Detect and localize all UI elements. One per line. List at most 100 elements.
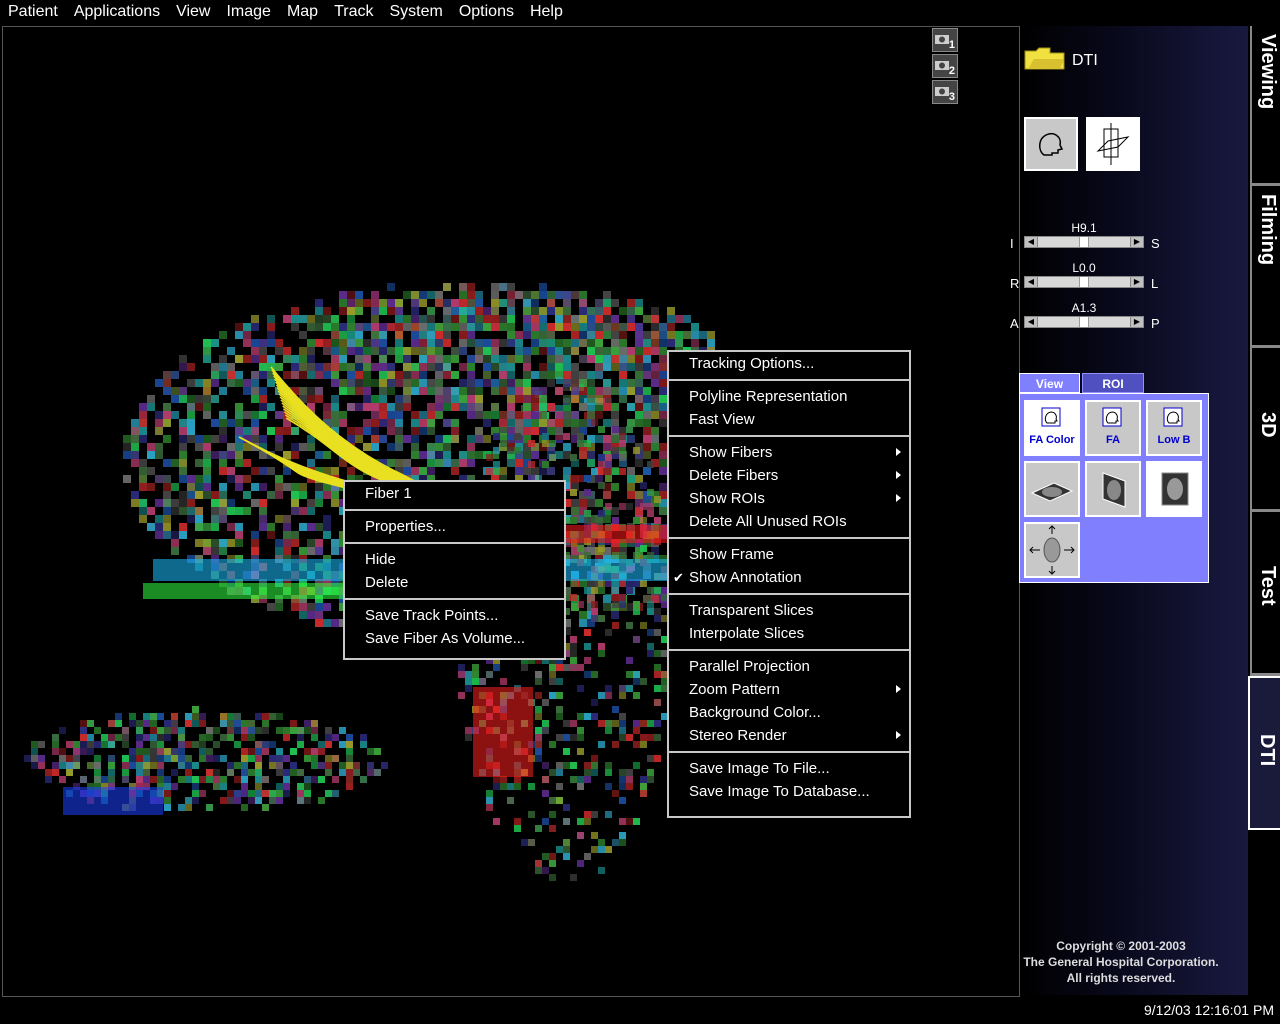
menu-separator (345, 538, 564, 548)
head-view-button[interactable] (1024, 117, 1078, 171)
menu-item-label: Show Annotation (689, 569, 802, 586)
menu-view[interactable]: View (168, 0, 218, 24)
camera-3-button[interactable]: 3 (932, 80, 958, 104)
arrow-right-icon[interactable]: ▶ (1130, 237, 1143, 247)
slice-planes-button[interactable] (1086, 117, 1140, 171)
tab-view[interactable]: View (1019, 373, 1080, 393)
arrow-left-icon[interactable]: ◀ (1025, 317, 1038, 327)
menu-item-parallel-projection[interactable]: Parallel Projection (669, 655, 909, 678)
menu-applications[interactable]: Applications (66, 0, 168, 24)
head-icon (1041, 407, 1061, 427)
camera-number: 2 (948, 65, 955, 77)
slider-inferior-superior[interactable]: ◀ ▶ (1024, 236, 1144, 248)
tab-3d[interactable]: 3D (1250, 348, 1280, 512)
head-icon (1163, 407, 1183, 427)
menu-item-label: Delete Fibers (689, 467, 779, 484)
arrow-left-icon[interactable]: ◀ (1025, 277, 1038, 287)
camera-2-button[interactable]: 2 (932, 54, 958, 78)
folder-label: DTI (1072, 52, 1098, 69)
axial-slice-icon (1030, 482, 1074, 502)
menu-options[interactable]: Options (451, 0, 522, 24)
camera-number: 3 (948, 91, 955, 103)
tab-filming[interactable]: Filming (1250, 186, 1280, 348)
menu-item-label: Zoom Pattern (689, 681, 780, 698)
fiber-context-menu: Fiber 1 Properties... Hide Delete Save T… (343, 480, 566, 660)
menu-separator (345, 594, 564, 604)
camera-1-button[interactable]: 1 (932, 28, 958, 52)
coronal-slice-icon (1161, 472, 1189, 506)
menu-item-show-frame[interactable]: Show Frame (669, 543, 909, 566)
menu-item-label: Show Fibers (689, 444, 773, 461)
menu-item-tracking-options[interactable]: Tracking Options... (669, 352, 909, 375)
arrow-right-icon[interactable]: ▶ (1130, 317, 1143, 327)
copyright-line: All rights reserved. (1066, 971, 1176, 985)
menu-item-delete-fibers[interactable]: Delete Fibers (669, 464, 909, 487)
menu-item-transparent-slices[interactable]: Transparent Slices (669, 599, 909, 622)
view-tab-panel: FA Color FA Low B (1019, 393, 1209, 583)
menu-separator (345, 505, 564, 515)
menu-item-background-color[interactable]: Background Color... (669, 701, 909, 724)
timestamp: 9/12/03 12:16:01 PM (1144, 1002, 1274, 1018)
menu-image[interactable]: Image (218, 0, 278, 24)
menu-item-fast-view[interactable]: Fast View (669, 408, 909, 431)
slider-thumb[interactable] (1079, 317, 1089, 327)
arrow-left-icon[interactable]: ◀ (1025, 237, 1038, 247)
fa-button[interactable]: FA (1085, 400, 1141, 456)
submenu-arrow-icon (896, 685, 901, 693)
menu-item-save-image-to-database[interactable]: Save Image To Database... (669, 780, 909, 803)
menu-system[interactable]: System (381, 0, 450, 24)
menu-item-save-fiber-as-volume[interactable]: Save Fiber As Volume... (345, 627, 564, 650)
slice-planes-icon (1096, 123, 1130, 165)
tab-label: Filming (1257, 194, 1279, 266)
rotate-head-button[interactable] (1024, 522, 1080, 578)
menu-item-save-image-to-file[interactable]: Save Image To File... (669, 757, 909, 780)
menu-item-save-track-points[interactable]: Save Track Points... (345, 604, 564, 627)
submenu-arrow-icon (896, 471, 901, 479)
submenu-arrow-icon (896, 731, 901, 739)
menu-track[interactable]: Track (326, 0, 381, 24)
tab-label: Test (1257, 566, 1279, 606)
menu-item-show-annotation[interactable]: ✔ Show Annotation (669, 566, 909, 589)
copyright-notice: Copyright © 2001-2003 The General Hospit… (1000, 938, 1242, 986)
menu-item-stereo-render[interactable]: Stereo Render (669, 724, 909, 747)
sagittal-slice-button[interactable] (1085, 461, 1141, 517)
tab-roi[interactable]: ROI (1082, 373, 1144, 393)
tab-viewing[interactable]: Viewing (1250, 26, 1280, 186)
menu-patient[interactable]: Patient (0, 0, 66, 24)
menu-separator (669, 589, 909, 599)
menu-separator (669, 431, 909, 441)
menu-item-interpolate-slices[interactable]: Interpolate Slices (669, 622, 909, 645)
slider-thumb[interactable] (1079, 237, 1089, 247)
tab-test[interactable]: Test (1250, 512, 1280, 676)
slider-right-left[interactable]: ◀ ▶ (1024, 276, 1144, 288)
menu-map[interactable]: Map (279, 0, 326, 24)
arrow-right-icon[interactable]: ▶ (1130, 277, 1143, 287)
slider-ap-value: A1.3 (1071, 301, 1097, 315)
menu-item-fiber-title[interactable]: Fiber 1 (345, 482, 564, 505)
submenu-arrow-icon (896, 494, 901, 502)
menu-help[interactable]: Help (522, 0, 571, 24)
menu-item-delete-all-unused-rois[interactable]: Delete All Unused ROIs (669, 510, 909, 533)
slider-thumb[interactable] (1079, 277, 1089, 287)
menu-separator (669, 375, 909, 385)
coronal-slice-button[interactable] (1146, 461, 1202, 517)
menu-item-show-rois[interactable]: Show ROIs (669, 487, 909, 510)
button-label: FA (1105, 434, 1121, 446)
menu-item-zoom-pattern[interactable]: Zoom Pattern (669, 678, 909, 701)
menu-item-properties[interactable]: Properties... (345, 515, 564, 538)
menu-item-hide[interactable]: Hide (345, 548, 564, 571)
view-roi-tabbox: View ROI FA Color FA Low B (1019, 373, 1209, 583)
tab-dti[interactable]: DTI (1248, 676, 1280, 830)
menu-separator (669, 645, 909, 655)
menu-item-polyline-representation[interactable]: Polyline Representation (669, 385, 909, 408)
menu-item-delete[interactable]: Delete (345, 571, 564, 594)
menu-item-show-fibers[interactable]: Show Fibers (669, 441, 909, 464)
folder-icon[interactable] (1024, 47, 1066, 71)
axial-slice-button[interactable] (1024, 461, 1080, 517)
slider-rl-right-label: L (1151, 276, 1159, 291)
fa-color-button[interactable]: FA Color (1024, 400, 1080, 456)
slider-anterior-posterior[interactable]: ◀ ▶ (1024, 316, 1144, 328)
button-label: Low B (1157, 434, 1191, 446)
low-b-button[interactable]: Low B (1146, 400, 1202, 456)
button-label: FA Color (1029, 434, 1075, 446)
